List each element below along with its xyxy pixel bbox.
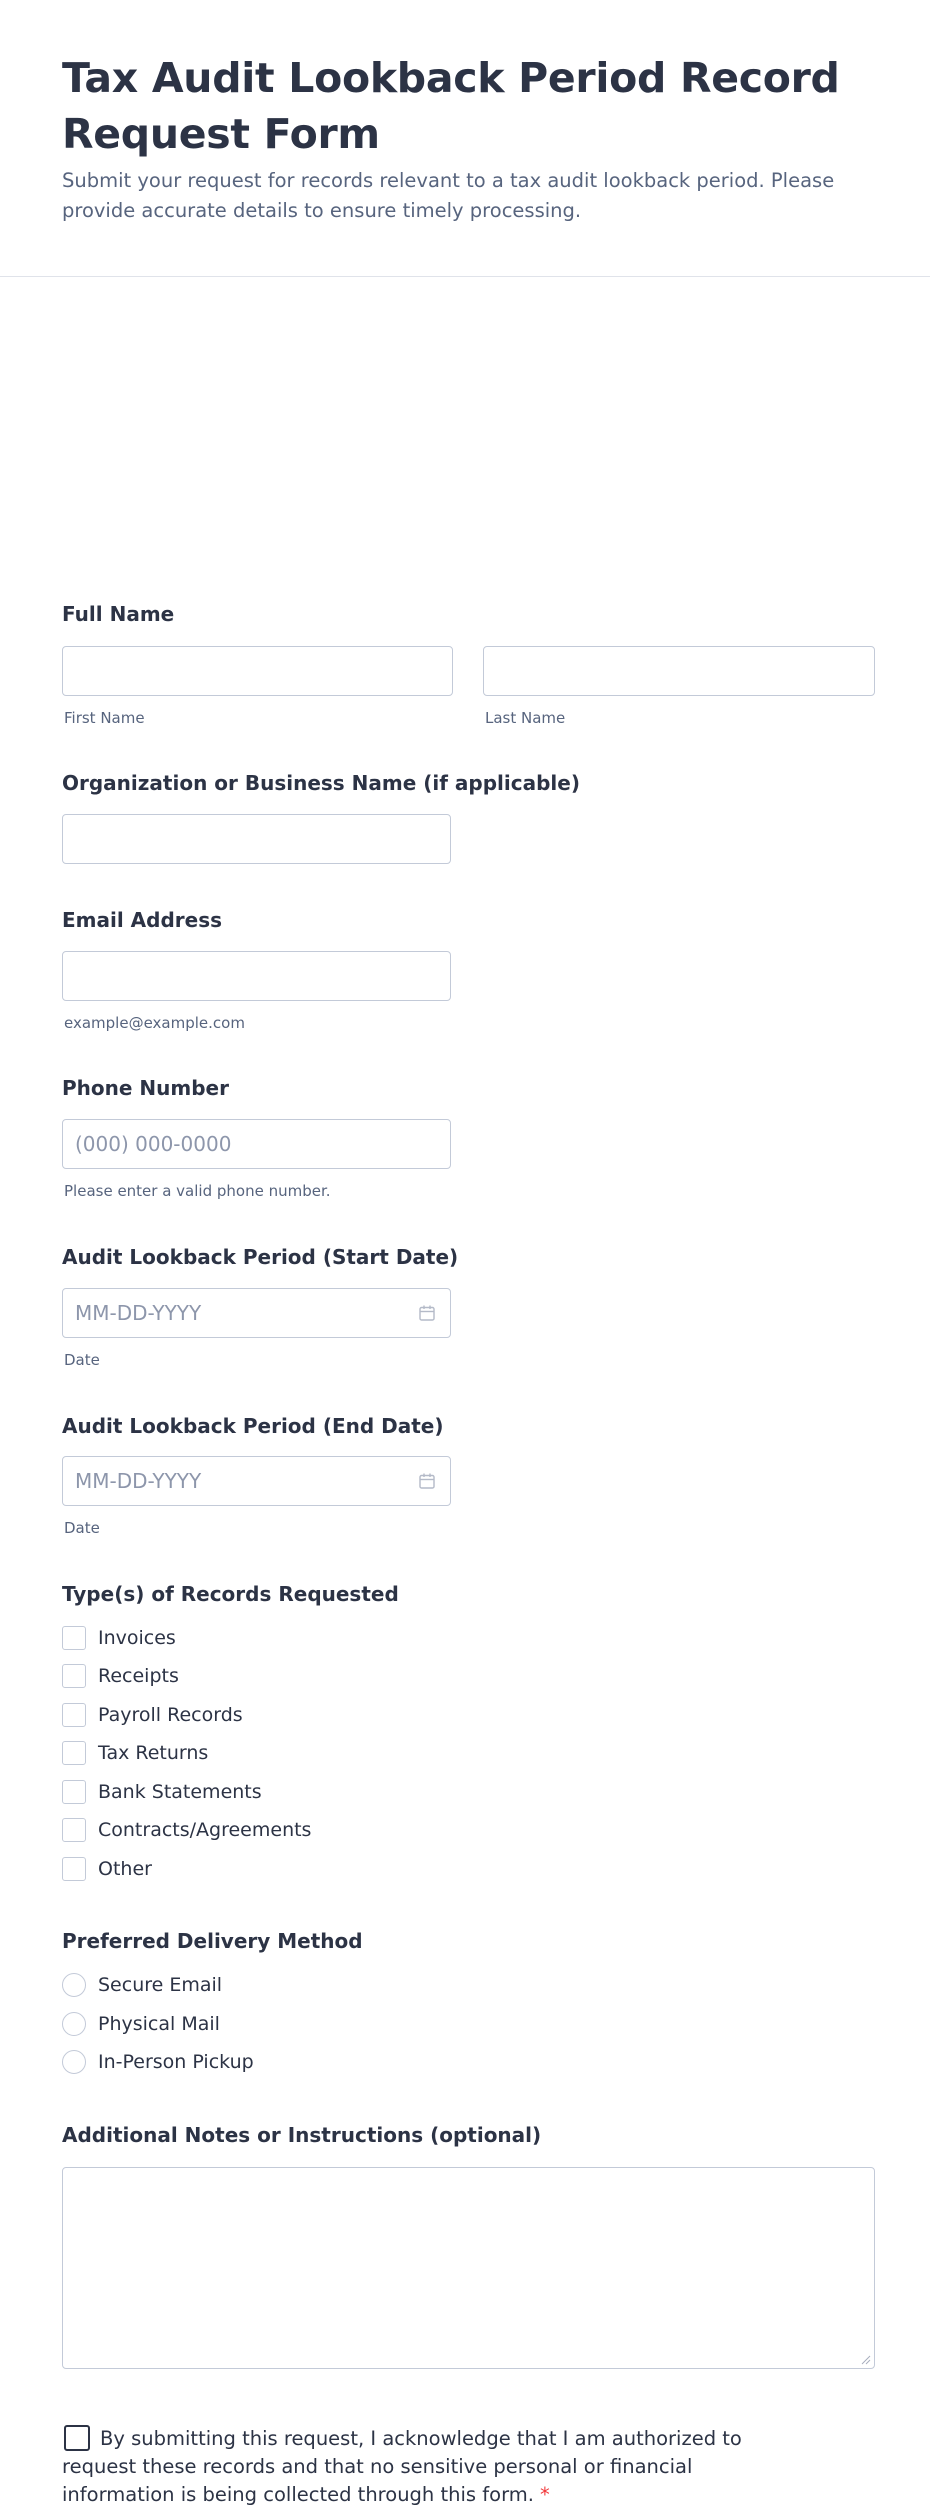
email-label-text: Email Address bbox=[62, 908, 223, 932]
radio-button[interactable] bbox=[62, 1973, 86, 1997]
resize-handle-icon[interactable] bbox=[859, 2353, 871, 2365]
record-option-invoices[interactable]: Invoices bbox=[62, 1623, 176, 1653]
option-label: Secure Email bbox=[98, 1974, 223, 1996]
end-date-placeholder: MM-DD-YYYY bbox=[75, 1469, 202, 1493]
consent-block: By submitting this request, I acknowledg… bbox=[62, 2425, 802, 2509]
last-name-input[interactable] bbox=[483, 646, 875, 696]
delivery-label-text: Preferred Delivery Method bbox=[62, 1929, 363, 1953]
form-title: Tax Audit Lookback Period Record Request… bbox=[62, 54, 840, 158]
notes-label-text: Additional Notes or Instructions (option… bbox=[62, 2123, 542, 2147]
record-option-payroll[interactable]: Payroll Records bbox=[62, 1700, 243, 1730]
notes-label: Additional Notes or Instructions (option… bbox=[62, 2123, 541, 2147]
phone-input[interactable]: (000) 000-0000 bbox=[62, 1119, 451, 1169]
notes-textarea[interactable] bbox=[62, 2167, 875, 2369]
radio-button[interactable] bbox=[62, 2012, 86, 2036]
record-option-contracts[interactable]: Contracts/Agreements bbox=[62, 1815, 311, 1845]
record-option-bank-statements[interactable]: Bank Statements bbox=[62, 1777, 262, 1807]
required-asterisk: * bbox=[539, 2483, 550, 2506]
full-name-label-text: Full Name bbox=[62, 602, 175, 626]
first-name-sublabel: First Name bbox=[64, 709, 145, 727]
email-label: Email Address bbox=[62, 908, 222, 932]
checkbox[interactable] bbox=[62, 1780, 86, 1804]
option-label: Contracts/Agreements bbox=[98, 1819, 312, 1841]
record-option-other[interactable]: Other bbox=[62, 1854, 152, 1884]
delivery-option-in-person[interactable]: In-Person Pickup bbox=[62, 2047, 254, 2077]
checkbox[interactable] bbox=[62, 1857, 86, 1881]
checkbox[interactable] bbox=[62, 1664, 86, 1688]
end-date-input[interactable]: MM-DD-YYYY bbox=[62, 1456, 451, 1506]
checkbox[interactable] bbox=[62, 1741, 86, 1765]
record-option-receipts[interactable]: Receipts bbox=[62, 1661, 179, 1691]
records-label-text: Type(s) of Records Requested bbox=[62, 1582, 399, 1606]
form-subtitle: Submit your request for records relevant… bbox=[62, 169, 835, 222]
start-date-sublabel: Date bbox=[64, 1351, 100, 1369]
consent-text: By submitting this request, I acknowledg… bbox=[62, 2427, 742, 2506]
end-date-sublabel: Date bbox=[64, 1519, 100, 1537]
calendar-icon[interactable] bbox=[418, 1304, 436, 1322]
start-date-label: Audit Lookback Period (Start Date) bbox=[62, 1245, 458, 1269]
phone-label-text: Phone Number bbox=[62, 1076, 229, 1100]
records-label: Type(s) of Records Requested bbox=[62, 1582, 399, 1606]
option-label: Physical Mail bbox=[98, 2013, 220, 2035]
checkbox[interactable] bbox=[62, 1626, 86, 1650]
option-label: Invoices bbox=[98, 1627, 176, 1649]
delivery-label: Preferred Delivery Method bbox=[62, 1929, 363, 1953]
option-label: Tax Returns bbox=[98, 1742, 209, 1764]
organization-label: Organization or Business Name (if applic… bbox=[62, 771, 580, 795]
radio-button[interactable] bbox=[62, 2050, 86, 2074]
option-label: In-Person Pickup bbox=[98, 2051, 254, 2073]
calendar-icon[interactable] bbox=[418, 1472, 436, 1490]
option-label: Bank Statements bbox=[98, 1781, 262, 1803]
option-label: Other bbox=[98, 1858, 152, 1880]
end-date-label: Audit Lookback Period (End Date) bbox=[62, 1414, 444, 1438]
organization-label-text: Organization or Business Name (if applic… bbox=[62, 771, 580, 795]
option-label: Payroll Records bbox=[98, 1704, 243, 1726]
email-sublabel: example@example.com bbox=[64, 1014, 245, 1032]
phone-label: Phone Number bbox=[62, 1076, 229, 1100]
checkbox[interactable] bbox=[62, 1818, 86, 1842]
delivery-option-secure-email[interactable]: Secure Email bbox=[62, 1970, 222, 2000]
full-name-label: Full Name bbox=[62, 602, 174, 626]
record-option-tax-returns[interactable]: Tax Returns bbox=[62, 1738, 208, 1768]
delivery-option-physical-mail[interactable]: Physical Mail bbox=[62, 2009, 220, 2039]
option-label: Receipts bbox=[98, 1665, 179, 1687]
last-name-sublabel: Last Name bbox=[485, 709, 566, 727]
first-name-input[interactable] bbox=[62, 646, 453, 696]
organization-input[interactable] bbox=[62, 814, 451, 864]
end-date-label-text: Audit Lookback Period (End Date) bbox=[62, 1414, 444, 1438]
start-date-input[interactable]: MM-DD-YYYY bbox=[62, 1288, 451, 1338]
phone-sublabel: Please enter a valid phone number. bbox=[64, 1182, 331, 1200]
phone-placeholder: (000) 000-0000 bbox=[75, 1132, 232, 1156]
checkbox[interactable] bbox=[62, 1703, 86, 1727]
start-date-placeholder: MM-DD-YYYY bbox=[75, 1301, 202, 1325]
email-input[interactable] bbox=[62, 951, 451, 1001]
form-header: Tax Audit Lookback Period Record Request… bbox=[0, 0, 930, 277]
consent-checkbox[interactable] bbox=[64, 2425, 90, 2451]
start-date-label-text: Audit Lookback Period (Start Date) bbox=[62, 1245, 459, 1269]
